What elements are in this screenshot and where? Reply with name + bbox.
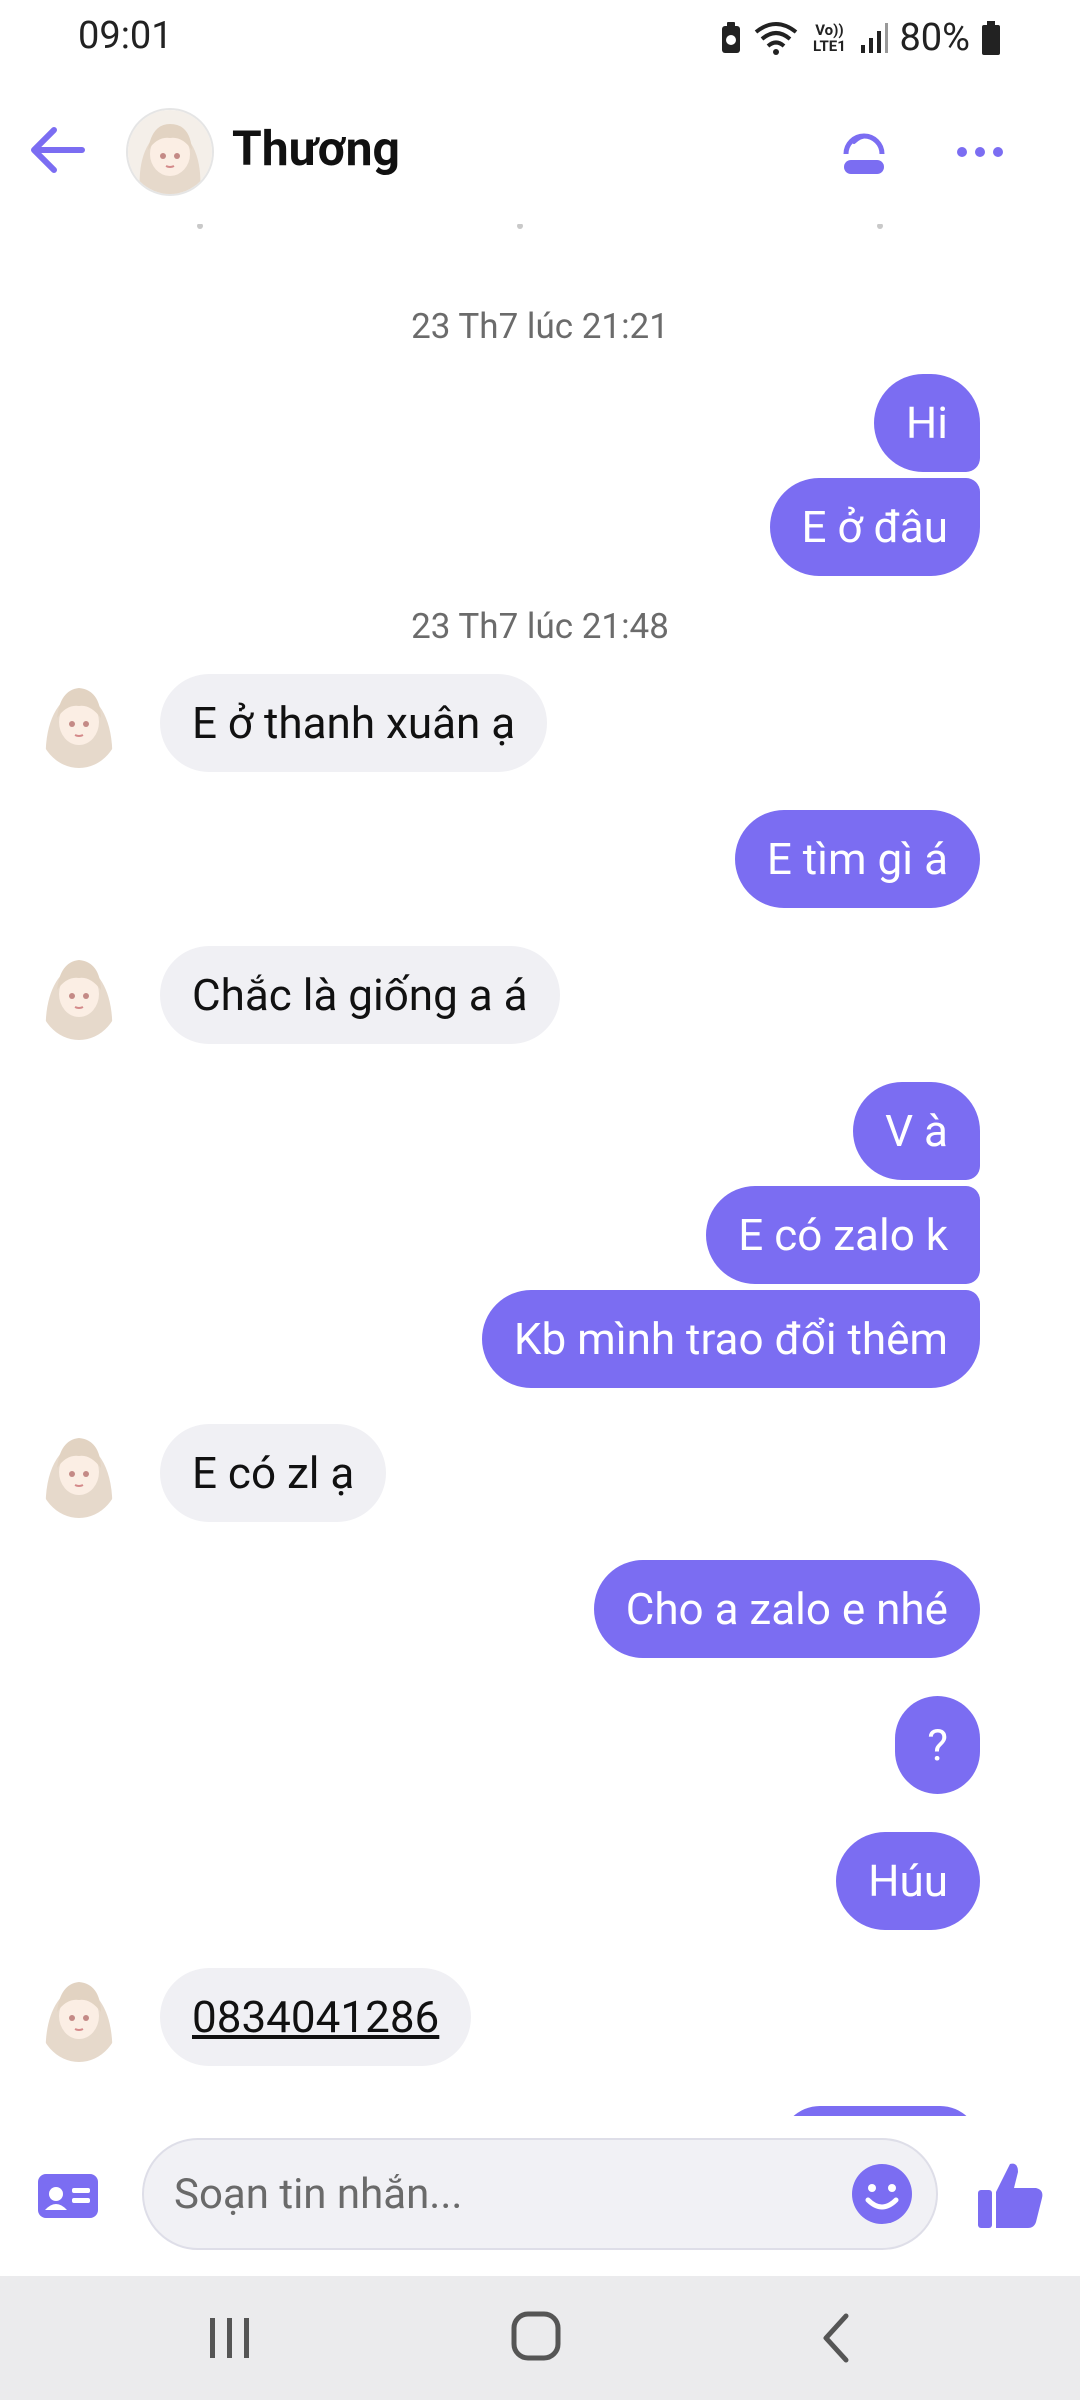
incoming-message[interactable]: E ở thanh xuân ạ: [160, 674, 548, 772]
system-nav-bar: [0, 2276, 1080, 2400]
contact-avatar[interactable]: [126, 108, 214, 196]
nav-back-icon[interactable]: [814, 2310, 858, 2366]
chat-header: Thương: [0, 78, 1080, 224]
contact-avatar[interactable]: [38, 1970, 120, 2062]
timestamp: 23 Th7 lúc 21:48: [411, 606, 669, 647]
call-icon[interactable]: [832, 120, 896, 184]
back-arrow-icon[interactable]: [26, 118, 90, 182]
timestamp: 23 Th7 lúc 21:21: [411, 306, 669, 347]
outgoing-message[interactable]: E tìm gì á: [734, 810, 980, 908]
outgoing-message[interactable]: Cho a zalo e nhé: [593, 1560, 980, 1658]
message-input[interactable]: Soạn tin nhắn...: [142, 2138, 938, 2250]
outgoing-message[interactable]: E ở đâu: [769, 478, 980, 576]
status-time: 09:01: [78, 14, 173, 58]
composer: Soạn tin nhắn...: [0, 2116, 1080, 2276]
recent-apps-icon[interactable]: [200, 2312, 260, 2364]
thumbs-up-icon[interactable]: [976, 2160, 1044, 2230]
contact-avatar[interactable]: [38, 948, 120, 1040]
signal-icon: [861, 23, 889, 53]
contact-avatar[interactable]: [38, 1426, 120, 1518]
outgoing-message[interactable]: ?: [895, 1696, 980, 1794]
network-label: Vo)) LTE1: [813, 21, 846, 55]
battery-icon: [982, 21, 1000, 55]
outgoing-message[interactable]: Húu: [836, 1832, 980, 1930]
outgoing-message[interactable]: V à: [853, 1082, 980, 1180]
status-bar: 09:01 Vo)) LTE1 80%: [0, 0, 1080, 78]
cut-off-message-fragment: [197, 224, 883, 229]
contact-name[interactable]: Thương: [232, 120, 400, 177]
message-input-placeholder: Soạn tin nhắn...: [174, 2170, 463, 2219]
incoming-message[interactable]: Chắc là giống a á: [160, 946, 560, 1044]
emoji-icon[interactable]: [850, 2162, 914, 2226]
battery-saver-icon: [722, 22, 741, 53]
incoming-message-phone-link[interactable]: 0834041286: [160, 1968, 472, 2066]
outgoing-message[interactable]: E có zalo k: [706, 1186, 980, 1284]
outgoing-message-partial[interactable]: [780, 2106, 980, 2116]
contact-card-icon[interactable]: [36, 2170, 100, 2224]
status-icons: Vo)) LTE1 80%: [719, 14, 1002, 62]
home-icon[interactable]: [508, 2308, 564, 2364]
more-icon[interactable]: [948, 120, 1012, 184]
battery-percent: 80%: [899, 16, 970, 60]
outgoing-message[interactable]: Kb mình trao đổi thêm: [481, 1290, 980, 1388]
wifi-icon: [755, 22, 798, 55]
outgoing-message[interactable]: Hi: [873, 374, 980, 472]
incoming-message[interactable]: E có zl ạ: [160, 1424, 387, 1522]
contact-avatar[interactable]: [38, 676, 120, 768]
message-list[interactable]: 23 Th7 lúc 21:21 Hi E ở đâu 23 Th7 lúc 2…: [0, 224, 1080, 2116]
